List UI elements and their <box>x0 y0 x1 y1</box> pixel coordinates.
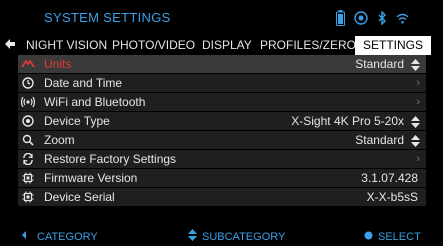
units-icon <box>21 57 35 71</box>
top-bar: SYSTEM SETTINGS <box>0 0 443 36</box>
camera-icon <box>354 11 368 25</box>
tab-night-vision[interactable]: NIGHT VISION <box>26 36 107 55</box>
setting-row-wifi-bluetooth[interactable]: WiFi and Bluetooth › <box>18 93 426 111</box>
setting-value: X-Sight 4K Pro 5-20x <box>291 114 404 128</box>
tab-photo-video[interactable]: PHOTO/VIDEO <box>112 36 195 55</box>
tab-settings[interactable]: SETTINGS <box>355 36 432 55</box>
up-down-arrows-icon[interactable] <box>411 115 420 128</box>
select-dot-icon <box>364 230 373 244</box>
up-down-arrows-icon <box>188 229 197 245</box>
chevron-right-icon: › <box>416 96 420 108</box>
setting-value: Standard <box>355 133 404 147</box>
wifi-broadcast-icon <box>21 95 35 109</box>
category-tabs: NIGHT VISION PHOTO/VIDEO DISPLAY PROFILE… <box>0 36 443 55</box>
footer-subcategory-label: SUBCATEGORY <box>202 231 286 243</box>
bluetooth-icon <box>377 11 387 25</box>
setting-row-units[interactable]: Units Standard <box>18 55 426 73</box>
footer-select: SELECT <box>364 230 421 244</box>
setting-label: WiFi and Bluetooth <box>44 95 146 109</box>
back-arrow-icon[interactable] <box>4 38 18 52</box>
setting-label: Units <box>44 57 72 71</box>
footer-hints: CATEGORY SUBCATEGORY SELECT <box>0 226 443 246</box>
up-down-arrows-icon[interactable] <box>411 134 420 147</box>
status-icons <box>336 9 409 27</box>
setting-label: Firmware Version <box>44 171 138 185</box>
clock-icon <box>21 76 35 90</box>
setting-row-restore-factory[interactable]: Restore Factory Settings › <box>18 150 426 168</box>
setting-label: Restore Factory Settings <box>44 152 177 166</box>
setting-row-device-serial: Device Serial X-X-b5sS <box>18 188 426 206</box>
target-icon <box>21 114 35 128</box>
setting-value: X-X-b5sS <box>366 190 418 204</box>
magnifier-icon <box>21 133 35 147</box>
setting-row-firmware-version: Firmware Version 3.1.07.428 <box>18 169 426 187</box>
footer-category: CATEGORY <box>22 230 98 244</box>
tab-profiles-zero[interactable]: PROFILES/ZERO <box>260 36 356 55</box>
setting-row-zoom[interactable]: Zoom Standard <box>18 131 426 149</box>
wifi-icon <box>396 13 409 24</box>
chip-icon <box>21 171 35 185</box>
chip-icon <box>21 190 35 204</box>
setting-value: Standard <box>355 57 404 71</box>
setting-row-date-time[interactable]: Date and Time › <box>18 74 426 92</box>
settings-list: Units Standard Date and Time › WiFi and … <box>18 55 426 207</box>
chevron-right-icon: › <box>416 153 420 165</box>
tab-display[interactable]: DISPLAY <box>202 36 252 55</box>
left-right-arrows-icon <box>22 230 32 244</box>
setting-label: Device Type <box>44 114 110 128</box>
footer-select-label: SELECT <box>378 231 421 243</box>
setting-row-device-type[interactable]: Device Type X-Sight 4K Pro 5-20x <box>18 112 426 130</box>
footer-subcategory: SUBCATEGORY <box>188 229 286 245</box>
page-title: SYSTEM SETTINGS <box>44 10 171 25</box>
setting-label: Zoom <box>44 133 75 147</box>
up-down-arrows-icon[interactable] <box>411 58 420 71</box>
restore-icon <box>21 152 35 166</box>
footer-category-label: CATEGORY <box>37 231 98 243</box>
setting-label: Date and Time <box>44 76 123 90</box>
chevron-right-icon: › <box>416 77 420 89</box>
battery-icon <box>336 10 345 26</box>
setting-value: 3.1.07.428 <box>361 171 418 185</box>
setting-label: Device Serial <box>44 190 115 204</box>
